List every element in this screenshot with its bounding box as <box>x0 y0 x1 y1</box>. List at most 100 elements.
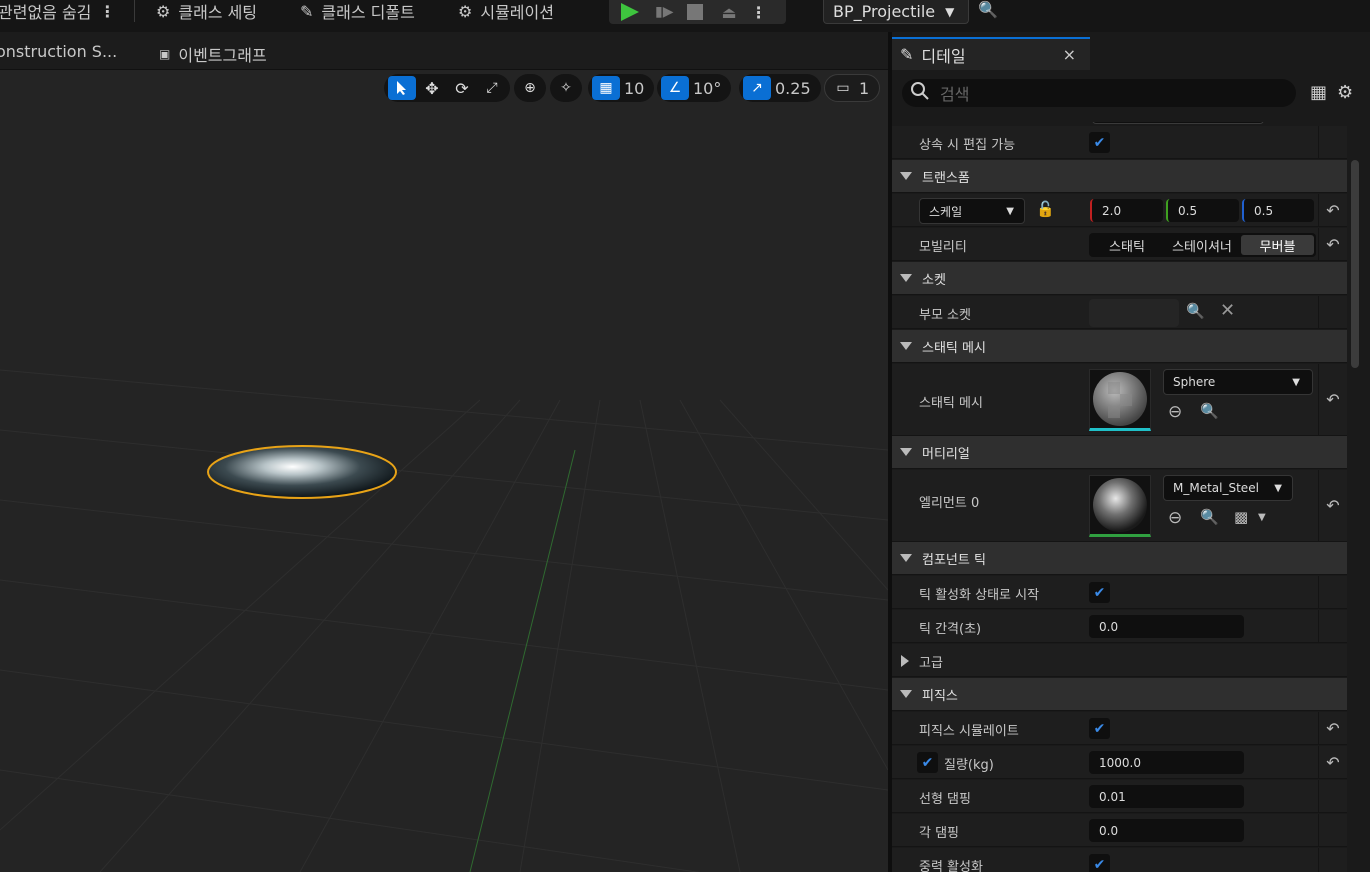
scale-x-field[interactable]: 2.0 <box>1090 199 1163 222</box>
mass-override-checkbox[interactable]: ✔ <box>917 752 938 773</box>
details-scrollbar-thumb[interactable] <box>1351 160 1359 368</box>
grid-icon[interactable]: ▦ <box>592 76 620 100</box>
mobility-movable-option[interactable]: 무버블 <box>1241 235 1314 255</box>
linear-damping-label: 선형 댐핑 <box>919 792 971 807</box>
linear-damping-value: 0.01 <box>1099 789 1126 804</box>
reset-material-button[interactable]: ↶ <box>1318 470 1347 541</box>
unlock-icon[interactable]: 🔓 <box>1036 200 1055 218</box>
reset-scale-button[interactable]: ↶ <box>1318 194 1347 226</box>
tick-interval-label: 틱 간격(초) <box>919 622 982 637</box>
mobility-static-option[interactable]: 스태틱 <box>1089 233 1165 257</box>
browse-asset-icon[interactable]: 🔍 <box>1200 508 1219 526</box>
use-selected-asset-icon[interactable]: ⊖ <box>1168 508 1182 528</box>
browse-socket-icon[interactable]: 🔍 <box>1186 302 1205 320</box>
surface-snap-icon[interactable]: ✧ <box>552 76 580 100</box>
chevron-down-icon[interactable]: ▼ <box>1258 512 1266 523</box>
surface-snap-toggle[interactable]: ✧ <box>550 74 582 102</box>
angle-icon[interactable]: ∠ <box>661 76 689 100</box>
tab-event-graph[interactable]: ▣ 이벤트그래프 <box>159 42 267 66</box>
browse-asset-icon[interactable]: 🔍 <box>1200 402 1219 420</box>
reset-simulate-physics-button[interactable]: ↶ <box>1318 712 1347 744</box>
tab-construction-script[interactable]: onstruction S... <box>0 42 117 61</box>
blueprint-selector[interactable]: BP_Projectile ▼ <box>823 0 969 24</box>
scale-z-field[interactable]: 0.5 <box>1242 199 1314 222</box>
material-dropdown[interactable]: M_Metal_Steel ▼ <box>1163 475 1293 501</box>
editable-when-inherited-checkbox[interactable]: ✔ <box>1089 132 1110 153</box>
enable-gravity-checkbox[interactable]: ✔ <box>1089 854 1110 872</box>
class-defaults-button[interactable]: ✎ 클래스 디폴트 <box>300 0 415 23</box>
tab-event-graph-label: 이벤트그래프 <box>178 46 267 65</box>
parent-socket-field[interactable] <box>1089 299 1179 327</box>
category-materials[interactable]: 머티리얼 <box>892 436 1347 469</box>
category-component-tick[interactable]: 컴포넌트 틱 <box>892 542 1347 575</box>
category-sockets[interactable]: 소켓 <box>892 262 1347 295</box>
expand-arrow-icon <box>900 448 912 456</box>
simulate-physics-checkbox[interactable]: ✔ <box>1089 718 1110 739</box>
linear-damping-field[interactable]: 0.01 <box>1089 785 1244 808</box>
world-local-toggle[interactable]: ⊕ <box>514 74 546 102</box>
play-icon[interactable] <box>621 3 639 21</box>
table-view-icon[interactable]: ▦ <box>1310 82 1327 103</box>
move-tool-icon[interactable]: ✥ <box>418 76 446 100</box>
hide-unrelated-button[interactable]: 관련없음 숨김 ⋮ <box>0 0 115 23</box>
category-transform[interactable]: 트랜스폼 <box>892 160 1347 193</box>
select-tool-icon[interactable] <box>388 76 416 100</box>
settings-gear-icon[interactable]: ⚙ <box>1337 82 1353 103</box>
grid-snap-control[interactable]: ▦ 10 <box>588 74 655 102</box>
details-tab[interactable]: ✎ 디테일 × <box>892 37 1090 70</box>
property-row-advanced[interactable]: 고급 <box>892 644 1347 677</box>
category-static-mesh[interactable]: 스태틱 메시 <box>892 330 1347 363</box>
material-thumbnail[interactable] <box>1089 475 1151 537</box>
camera-icon[interactable]: ▭ <box>829 76 857 100</box>
static-mesh-thumbnail[interactable] <box>1089 369 1151 431</box>
start-with-tick-checkbox[interactable]: ✔ <box>1089 582 1110 603</box>
use-selected-asset-icon[interactable]: ⊖ <box>1168 402 1182 422</box>
reset-arrow-icon: ↶ <box>1326 718 1340 738</box>
scale-y-field[interactable]: 0.5 <box>1166 199 1239 222</box>
mass-field[interactable]: 1000.0 <box>1089 751 1244 774</box>
viewport[interactable]: ✥ ⟳ ⤢ ⊕ ✧ ▦ 10 ∠ 10° ↗ 0.25 ▭ 1 <box>0 70 888 872</box>
browse-icon[interactable]: 🔍 <box>978 0 998 19</box>
world-space-icon[interactable]: ⊕ <box>516 76 544 100</box>
step-icon[interactable]: ▮▶ <box>655 4 673 20</box>
rotate-tool-icon[interactable]: ⟳ <box>448 76 476 100</box>
property-row-enable-gravity: 중력 활성화 ✔ <box>892 848 1347 872</box>
reset-arrow-icon: ↶ <box>1326 752 1340 772</box>
scale-snap-control[interactable]: ↗ 0.25 <box>739 74 821 102</box>
close-icon[interactable]: × <box>1063 45 1076 64</box>
stop-icon[interactable] <box>687 4 704 20</box>
search-input[interactable]: 검색 <box>902 79 1296 107</box>
scale-mode-dropdown[interactable]: 스케일 ▼ <box>919 198 1025 224</box>
reset-static-mesh-button[interactable]: ↶ <box>1318 364 1347 435</box>
tick-interval-value: 0.0 <box>1099 619 1119 634</box>
category-physics[interactable]: 피직스 <box>892 678 1347 711</box>
viewport-grid <box>0 369 888 872</box>
reset-arrow-icon: ↶ <box>1326 234 1340 254</box>
expand-arrow-icon <box>901 655 909 667</box>
static-mesh-dropdown[interactable]: Sphere ▼ <box>1163 369 1313 395</box>
checker-icon[interactable]: ▩ <box>1234 508 1248 526</box>
play-options-icon[interactable]: ⋮ <box>751 3 767 22</box>
rotation-snap-control[interactable]: ∠ 10° <box>657 74 732 102</box>
checkmark-icon: ✔ <box>921 754 934 771</box>
eject-icon[interactable]: ⏏ <box>721 3 736 22</box>
editor-tab-bar: onstruction S... ▣ 이벤트그래프 <box>0 32 888 70</box>
reset-mobility-button[interactable]: ↶ <box>1318 228 1347 260</box>
clear-icon[interactable]: ✕ <box>1220 300 1235 321</box>
reset-mass-button[interactable]: ↶ <box>1318 746 1347 778</box>
simulation-button[interactable]: ⚙ 시뮬레이션 <box>458 0 554 23</box>
category-component-tick-label: 컴포넌트 틱 <box>922 552 986 568</box>
class-settings-label: 클래스 세팅 <box>178 3 258 22</box>
chevron-down-icon: ▼ <box>1292 376 1300 388</box>
tick-interval-field[interactable]: 0.0 <box>1089 615 1244 638</box>
mass-value: 1000.0 <box>1099 755 1141 770</box>
camera-speed-control[interactable]: ▭ 1 <box>824 74 881 102</box>
class-settings-button[interactable]: ⚙ 클래스 세팅 <box>156 0 258 23</box>
more-options-icon[interactable]: ⋮ <box>99 2 115 21</box>
mobility-stationary-option[interactable]: 스테이셔너 <box>1165 233 1239 257</box>
scale-tool-icon[interactable]: ⤢ <box>478 76 506 100</box>
scale-snap-icon[interactable]: ↗ <box>743 76 771 100</box>
checkmark-icon: ✔ <box>1093 720 1106 737</box>
details-edit-icon: ✎ <box>900 45 914 64</box>
angular-damping-field[interactable]: 0.0 <box>1089 819 1244 842</box>
